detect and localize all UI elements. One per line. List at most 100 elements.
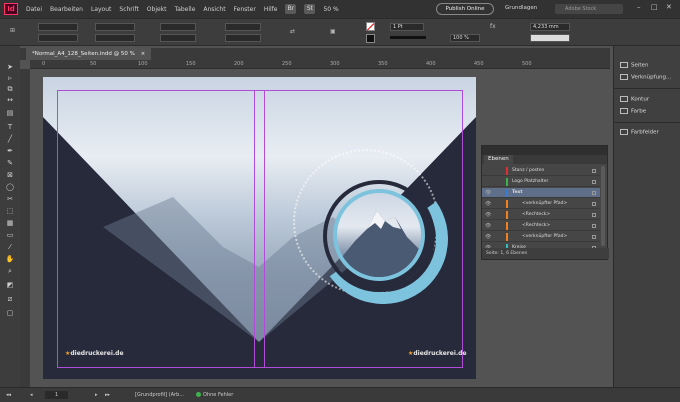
publish-online-button[interactable]: Publish Online (436, 3, 494, 15)
menu-ansicht[interactable]: Ansicht (203, 6, 225, 13)
ruler-mark: 400 (426, 61, 436, 67)
preflight-status[interactable]: Ohne Fehler (196, 392, 233, 398)
layer-target-icon[interactable] (592, 202, 596, 206)
panel-farbe[interactable]: Farbe (620, 108, 646, 115)
maximize-button[interactable]: □ (651, 3, 658, 11)
width-field[interactable] (95, 23, 135, 31)
tab-ebenen[interactable]: Ebenen (484, 155, 513, 164)
document-tab[interactable]: *Normal_A4_128_Seiten.indd @ 50 % × (26, 48, 152, 60)
pen-tool-icon[interactable]: ✒ (5, 146, 15, 156)
stock-icon[interactable]: St (304, 4, 316, 14)
zoom-tool-icon[interactable]: ⌕ (5, 266, 15, 276)
x-position-field[interactable] (38, 23, 78, 31)
selection-tool-icon[interactable]: ➤ (5, 62, 15, 72)
view-mode-icon[interactable]: ▢ (5, 308, 15, 318)
first-page-icon[interactable]: ◂◂ (6, 392, 11, 398)
layer-row-selected[interactable]: 👁 Text (482, 188, 600, 198)
reference-point-icon[interactable]: ⊞ (10, 27, 15, 34)
layer-target-icon[interactable] (592, 235, 596, 239)
scissors-tool-icon[interactable]: ✂ (5, 194, 15, 204)
fill-stroke-icon[interactable]: ◩ (5, 280, 15, 290)
close-tab-icon[interactable]: × (141, 51, 146, 57)
menu-objekt[interactable]: Objekt (147, 6, 167, 13)
apply-none-icon[interactable]: ⧄ (5, 294, 15, 304)
panel-seiten[interactable]: Seiten (620, 62, 648, 69)
menu-fenster[interactable]: Fenster (234, 6, 256, 13)
stroke-swatch[interactable] (366, 34, 375, 43)
panel-verknuepfungen[interactable]: Verknüpfung... (620, 74, 671, 81)
menu-hilfe[interactable]: Hilfe (264, 6, 278, 13)
layer-row[interactable]: Stanz / posten (482, 166, 600, 176)
prev-page-icon[interactable]: ◂ (30, 392, 33, 398)
scale-x-field[interactable] (160, 23, 196, 31)
shear-field[interactable] (225, 34, 261, 42)
preflight-profile[interactable]: [Grundprofil] (Arb... (135, 392, 184, 398)
mountain-icon (337, 211, 421, 277)
visibility-icon[interactable]: 👁 (485, 188, 491, 198)
gradient-tool-icon[interactable]: ▦ (5, 218, 15, 228)
layer-target-icon[interactable] (592, 191, 596, 195)
layer-target-icon[interactable] (592, 169, 596, 173)
type-tool-icon[interactable]: T (5, 122, 15, 132)
visibility-icon[interactable]: 👁 (485, 210, 491, 220)
control-bar: ⊞ ⇄ ▣ 1 Pt 100 % fx 4,233 mm (0, 18, 680, 46)
select-container-icon[interactable]: ▣ (330, 28, 336, 35)
menu-tabelle[interactable]: Tabelle (175, 6, 196, 13)
eyedropper-tool-icon[interactable]: ⁄ (5, 242, 15, 252)
y-position-field[interactable] (38, 34, 78, 42)
pencil-tool-icon[interactable]: ✎ (5, 158, 15, 168)
document-spread[interactable]: ★diedruckerei.de ★diedruckerei.de (43, 77, 476, 379)
menu-layout[interactable]: Layout (91, 6, 111, 13)
content-collector-icon[interactable]: ▤ (5, 108, 15, 118)
workspace-switcher[interactable]: Grundlagen (505, 5, 537, 11)
layers-scrollbar[interactable] (601, 166, 605, 246)
height-field[interactable] (95, 34, 135, 42)
stroke-weight-field[interactable]: 1 Pt (390, 23, 424, 31)
layers-panel-header[interactable] (482, 146, 607, 155)
next-page-icon[interactable]: ▸ (95, 392, 98, 398)
layer-name: Stanz / posten (512, 168, 545, 173)
stroke-type-selector[interactable] (390, 36, 426, 39)
free-transform-tool-icon[interactable]: ⬚ (5, 206, 15, 216)
visibility-icon[interactable]: 👁 (485, 232, 491, 242)
page-number-field[interactable]: 1 (45, 391, 69, 399)
stock-search-input[interactable]: Adobe Stock (555, 4, 623, 14)
visibility-icon[interactable]: 👁 (485, 199, 491, 209)
ellipse-tool-icon[interactable]: ◯ (5, 182, 15, 192)
close-window-button[interactable]: ✕ (666, 3, 672, 11)
menu-datei[interactable]: Datei (26, 6, 42, 13)
layer-row[interactable]: 👁 <Rechteck> (482, 210, 600, 220)
corner-size-field[interactable]: 4,233 mm (530, 23, 570, 31)
gap-tool-icon[interactable]: ↔ (5, 95, 15, 105)
layer-target-icon[interactable] (592, 224, 596, 228)
flip-icon[interactable]: ⇄ (290, 28, 295, 35)
style-selector[interactable] (530, 34, 570, 42)
opacity-field[interactable]: 100 % (450, 34, 480, 42)
visibility-icon[interactable]: 👁 (485, 221, 491, 231)
minimize-button[interactable]: – (637, 3, 641, 11)
scale-y-field[interactable] (160, 34, 196, 42)
zoom-level[interactable]: 50 % (323, 6, 338, 13)
fill-swatch[interactable] (366, 22, 375, 31)
rectangle-frame-tool-icon[interactable]: ⊠ (5, 170, 15, 180)
hand-tool-icon[interactable]: ✋ (5, 254, 15, 264)
layer-row[interactable]: Logo Platzhalter (482, 177, 600, 187)
last-page-icon[interactable]: ▸▸ (105, 392, 110, 398)
line-tool-icon[interactable]: ╱ (5, 134, 15, 144)
layer-row[interactable]: 👁 <Rechteck> (482, 221, 600, 231)
note-tool-icon[interactable]: ▭ (5, 230, 15, 240)
fx-icon[interactable]: fx (490, 23, 496, 30)
direct-selection-tool-icon[interactable]: ▹ (5, 73, 15, 83)
rotation-field[interactable] (225, 23, 261, 31)
menu-bearbeiten[interactable]: Bearbeiten (50, 6, 83, 13)
menu-schrift[interactable]: Schrift (119, 6, 138, 13)
panel-kontur[interactable]: Kontur (620, 96, 649, 103)
page-tool-icon[interactable]: ⧉ (5, 84, 15, 94)
layer-row[interactable]: 👁 <verknüpfter Pfad> (482, 199, 600, 209)
layer-target-icon[interactable] (592, 213, 596, 217)
panel-farbfelder[interactable]: Farbfelder (620, 129, 659, 136)
bridge-icon[interactable]: Br (285, 4, 297, 14)
mountain-photo-circle[interactable] (333, 189, 425, 281)
layer-row[interactable]: 👁 <verknüpfter Pfad> (482, 232, 600, 242)
layer-target-icon[interactable] (592, 180, 596, 184)
